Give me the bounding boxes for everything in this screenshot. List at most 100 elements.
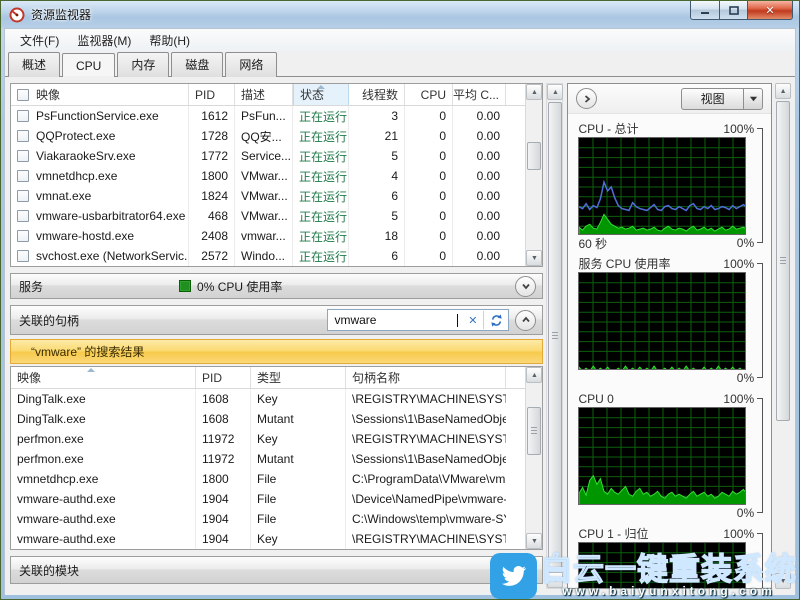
scroll-up-icon[interactable]: ▲: [526, 367, 542, 383]
cell-threads: 18: [349, 226, 405, 246]
minimize-icon: [700, 6, 710, 15]
minimize-button[interactable]: [690, 1, 719, 20]
tab-network[interactable]: 网络: [225, 52, 277, 77]
process-row[interactable]: QQProtect.exe1728QQ安...正在运行2100.00: [11, 126, 525, 146]
tab-cpu[interactable]: CPU: [62, 53, 115, 77]
handle-row[interactable]: vmnetdhcp.exe1800FileC:\ProgramData\VMwa…: [11, 469, 525, 489]
handle-row[interactable]: vmware-authd.exe1904File\Device\NamedPip…: [11, 489, 525, 509]
scroll-up-icon[interactable]: ▲: [526, 84, 542, 100]
handle-row[interactable]: perfmon.exe11972Mutant\Sessions\1\BaseNa…: [11, 449, 525, 469]
cell-type: Key: [251, 529, 346, 549]
process-row[interactable]: vmware-usbarbitrator64.exe468VMwar...正在运…: [11, 206, 525, 226]
view-dropdown-arrow[interactable]: [743, 88, 763, 110]
col-header-image[interactable]: 映像: [11, 367, 196, 388]
scrollbar-thumb[interactable]: [527, 142, 541, 170]
graph-scale-bracket: [757, 263, 763, 378]
row-checkbox[interactable]: [17, 110, 29, 122]
handle-row[interactable]: perfmon.exe11972Key\REGISTRY\MACHINE\SYS…: [11, 429, 525, 449]
cpu-graph-block: 服务 CPU 使用率100%0%: [578, 255, 765, 386]
row-checkbox[interactable]: [17, 150, 29, 162]
refresh-search-button[interactable]: [484, 310, 508, 330]
search-input[interactable]: vmware: [334, 313, 457, 327]
col-header-status[interactable]: 状态: [293, 84, 349, 105]
handle-row[interactable]: vmware-authd.exe1904FileC:\Windows\temp\…: [11, 509, 525, 529]
row-checkbox[interactable]: [17, 190, 29, 202]
process-row[interactable]: vmnetdhcp.exe1800VMwar...正在运行400.00: [11, 166, 525, 186]
view-dropdown-button[interactable]: 视图: [681, 88, 763, 110]
tab-memory[interactable]: 内存: [117, 52, 169, 77]
graph-title: 服务 CPU 使用率: [578, 255, 670, 272]
menu-file[interactable]: 文件(F): [11, 30, 68, 51]
handles-section-bar[interactable]: 关联的句柄 vmware ✕: [10, 305, 543, 335]
scrollbar-thumb[interactable]: [776, 101, 790, 421]
cell-pid: 1800: [196, 469, 251, 489]
processes-scrollbar[interactable]: ▲ ▼: [525, 84, 542, 266]
graph-scale-bracket: [757, 128, 763, 243]
handle-row[interactable]: DingTalk.exe1608Mutant\Sessions\1\BaseNa…: [11, 409, 525, 429]
tab-overview[interactable]: 概述: [8, 52, 60, 77]
cell-cpu: 0: [405, 146, 453, 166]
close-button[interactable]: ✕: [748, 1, 793, 20]
titlebar[interactable]: 资源监视器 ✕: [1, 1, 799, 28]
graph-canvas: [578, 407, 746, 505]
cell-pid: 1904: [196, 489, 251, 509]
tab-disk[interactable]: 磁盘: [171, 52, 223, 77]
thumb-grip: [531, 427, 537, 434]
menu-help[interactable]: 帮助(H): [140, 30, 199, 51]
cell-status: 正在运行: [293, 166, 349, 186]
thumb-grip: [780, 257, 786, 264]
menu-monitor[interactable]: 监视器(M): [68, 30, 140, 51]
left-panel-scrollbar[interactable]: ▲ ▼: [546, 83, 563, 589]
cell-pid: 1608: [196, 409, 251, 429]
row-checkbox[interactable]: [17, 250, 29, 262]
row-checkbox[interactable]: [17, 130, 29, 142]
cell-image: vmware-usbarbitrator64.exe: [11, 206, 189, 226]
col-header-handle-name[interactable]: 句柄名称: [346, 367, 506, 388]
graph-ymin-label: 0%: [737, 506, 754, 520]
col-header-avg-cpu[interactable]: 平均 C...: [453, 84, 506, 105]
handles-search-box[interactable]: vmware ✕: [327, 309, 509, 331]
cell-cpu: 0: [405, 106, 453, 126]
maximize-button[interactable]: [719, 1, 748, 20]
cell-type: File: [251, 469, 346, 489]
services-title: 服务: [19, 278, 43, 295]
scrollbar-thumb[interactable]: [548, 102, 562, 570]
process-row[interactable]: vmware-hostd.exe2408vmwar...正在运行1800.00: [11, 226, 525, 246]
col-header-image[interactable]: 映像: [11, 84, 189, 105]
col-header-type[interactable]: 类型: [251, 367, 346, 388]
row-checkbox[interactable]: [17, 210, 29, 222]
services-collapse-button[interactable]: [515, 276, 536, 297]
col-header-cpu[interactable]: CPU: [405, 84, 453, 105]
chevron-up-icon: [520, 314, 532, 326]
services-section-bar[interactable]: 服务 0% CPU 使用率: [10, 273, 543, 299]
process-row[interactable]: vmnat.exe1824VMwar...正在运行600.00: [11, 186, 525, 206]
handle-row[interactable]: DingTalk.exe1608Key\REGISTRY\MACHINE\SYS…: [11, 389, 525, 409]
scroll-up-icon[interactable]: ▲: [775, 83, 791, 99]
handles-title: 关联的句柄: [19, 312, 79, 329]
handle-row[interactable]: vmware-authd.exe1904Key\REGISTRY\MACHINE…: [11, 529, 525, 549]
row-checkbox[interactable]: [17, 230, 29, 242]
view-button-label[interactable]: 视图: [681, 88, 743, 110]
col-header-pid[interactable]: PID: [189, 84, 235, 105]
select-all-checkbox[interactable]: [17, 89, 29, 101]
clear-search-icon[interactable]: ✕: [462, 314, 483, 327]
process-row[interactable]: svchost.exe (NetworkServic...2572Windo..…: [11, 246, 525, 266]
process-row[interactable]: PsFunctionService.exe1612PsFun...正在运行300…: [11, 106, 525, 126]
handles-scrollbar[interactable]: ▲ ▼: [525, 367, 542, 549]
scroll-down-icon[interactable]: ▼: [526, 533, 542, 549]
col-header-desc[interactable]: 描述: [235, 84, 293, 105]
scroll-up-icon[interactable]: ▲: [547, 84, 563, 100]
cell-handle-name: \REGISTRY\MACHINE\SYSTEM\...: [346, 429, 506, 449]
scroll-down-icon[interactable]: ▼: [526, 250, 542, 266]
process-row[interactable]: ViakaraokeSrv.exe1772Service...正在运行500.0…: [11, 146, 525, 166]
col-header-pid[interactable]: PID: [196, 367, 251, 388]
expand-panel-button[interactable]: [576, 88, 597, 109]
modules-section-bar[interactable]: 关联的模块: [10, 556, 543, 584]
cell-threads: 6: [349, 186, 405, 206]
col-header-threads[interactable]: 线程数: [349, 84, 405, 105]
row-checkbox[interactable]: [17, 170, 29, 182]
left-panel: 映像 PID 描述 状态 线程数 CPU 平均 C... PsFunctionS…: [10, 83, 543, 589]
handles-collapse-button[interactable]: [515, 310, 536, 331]
graphs-scrollbar[interactable]: ▲ ▼: [775, 83, 793, 589]
scrollbar-thumb[interactable]: [527, 407, 541, 455]
